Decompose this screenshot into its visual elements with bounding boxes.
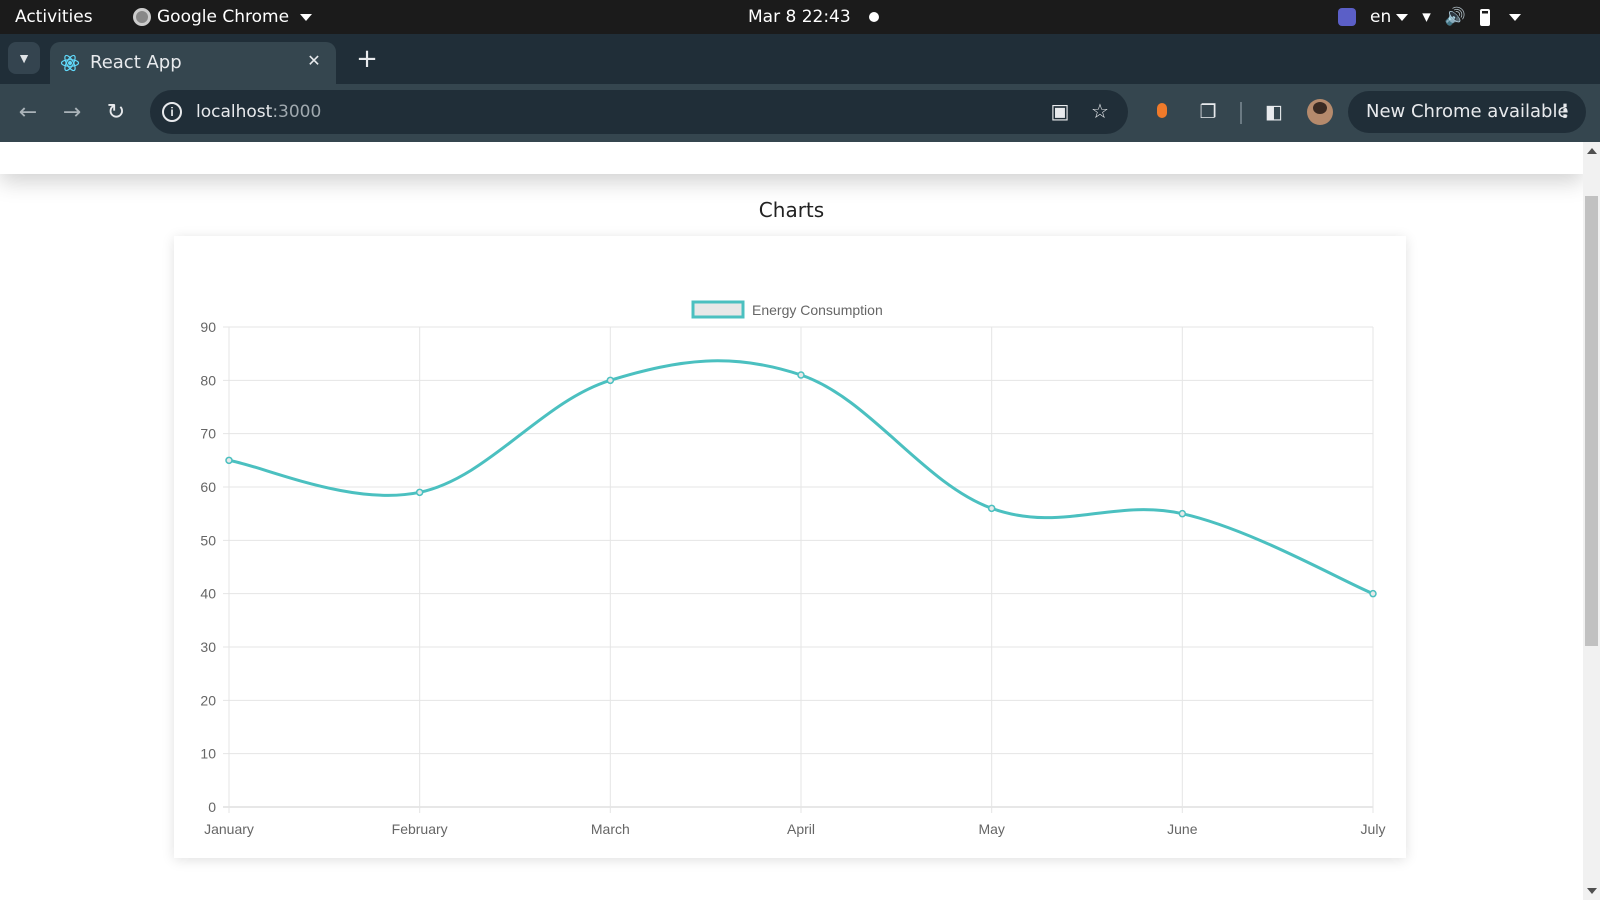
chrome-menu-icon[interactable]: ⋮ [1556,91,1574,133]
scroll-up-arrow-icon[interactable] [1587,148,1597,154]
extension-orange-icon[interactable] [1150,101,1174,125]
side-panel-icon[interactable]: ◧ [1262,101,1286,125]
app-name: Google Chrome [157,7,290,27]
page-header-bar [0,142,1583,174]
install-app-icon[interactable]: ▣ [1048,100,1072,124]
clock[interactable]: Mar 8 22:43 [748,0,851,34]
tab-title: React App [90,52,182,73]
system-menu-chevron-icon[interactable] [1508,13,1521,21]
y-tick-label: 80 [200,372,216,388]
chart-card: 0 10 20 30 40 50 60 70 80 90 January February March A… [174,236,1406,858]
update-label: New Chrome available [1366,101,1569,122]
bookmark-star-icon[interactable]: ☆ [1088,100,1112,124]
x-tick-label: June [1167,821,1198,837]
x-tick-label: July [1361,821,1386,837]
line-chart: 0 10 20 30 40 50 60 70 80 90 January February March A… [200,300,1386,837]
y-tick-label: 0 [208,799,216,815]
y-tick-label: 50 [200,532,216,548]
system-top-bar: Activities Google Chrome Mar 8 22:43 en … [0,0,1600,34]
forward-button[interactable]: → [56,97,88,129]
battery-icon[interactable] [1479,8,1490,26]
legend-label: Energy Consumption [752,302,883,318]
scroll-down-arrow-icon[interactable] [1587,888,1597,894]
address-bar[interactable]: i localhost:3000 ▣ ☆ [150,90,1128,134]
app-menu-button[interactable]: Google Chrome [133,0,313,34]
new-tab-button[interactable]: + [352,44,382,74]
data-point [415,488,424,497]
language-label: en [1370,7,1392,27]
react-logo-icon [60,54,80,72]
chevron-down-icon [1396,13,1409,21]
chevron-down-icon [300,13,313,21]
activities-button[interactable]: Activities [15,0,93,34]
data-point [1369,589,1377,598]
url-host: localhost [196,102,273,122]
x-tick-label: May [978,821,1004,837]
legend-swatch [691,300,745,319]
url-text[interactable]: localhost:3000 [196,90,321,134]
x-tick-label: March [591,821,630,837]
data-point [225,456,233,465]
x-tick-label: February [392,821,448,837]
tab-react-app[interactable]: React App ✕ [50,42,336,84]
y-tick-label: 20 [200,692,216,708]
scrollbar-thumb[interactable] [1585,196,1598,646]
x-tick-label: January [204,821,254,837]
close-tab-icon[interactable]: ✕ [304,52,324,72]
y-tick-label: 40 [200,586,216,602]
extensions-puzzle-icon[interactable]: ❐ [1196,101,1220,125]
volume-icon[interactable]: 🔊 [1445,0,1466,34]
y-tick-label: 30 [200,639,216,655]
back-button[interactable]: ← [12,97,44,129]
tab-strip: ▼ React App ✕ + [0,34,1600,84]
data-point [606,376,615,385]
y-tick-label: 90 [200,319,216,335]
vertical-scrollbar[interactable] [1583,142,1600,900]
y-tick-label: 60 [200,479,216,495]
data-point [797,371,805,379]
data-point [1178,509,1187,518]
profile-avatar[interactable] [1307,99,1333,125]
url-port: :3000 [272,102,322,122]
browser-toolbar: ← → ↻ i localhost:3000 ▣ ☆ ❐ ◧ New Chrom… [0,84,1600,142]
language-indicator[interactable]: en [1370,0,1409,34]
chrome-icon [133,8,151,26]
system-tray[interactable]: en ▾ 🔊 [1338,0,1521,34]
tab-search-button[interactable]: ▼ [8,42,40,74]
wifi-icon[interactable]: ▾ [1422,0,1431,34]
notification-dot-icon [869,12,879,22]
data-point [987,504,996,513]
y-tick-label: 10 [200,746,216,762]
x-tick-label: April [787,821,815,837]
page-title: Charts [758,198,825,222]
teams-icon[interactable] [1338,8,1356,26]
new-chrome-available-button[interactable]: New Chrome available ⋮ [1348,91,1586,133]
y-tick-label: 70 [200,426,216,442]
page-viewport: Charts 0 10 20 30 40 50 60 70 80 90 January Februar… [0,142,1583,900]
toolbar-divider [1240,102,1242,124]
site-info-icon[interactable]: i [162,102,182,122]
reload-button[interactable]: ↻ [100,97,132,129]
